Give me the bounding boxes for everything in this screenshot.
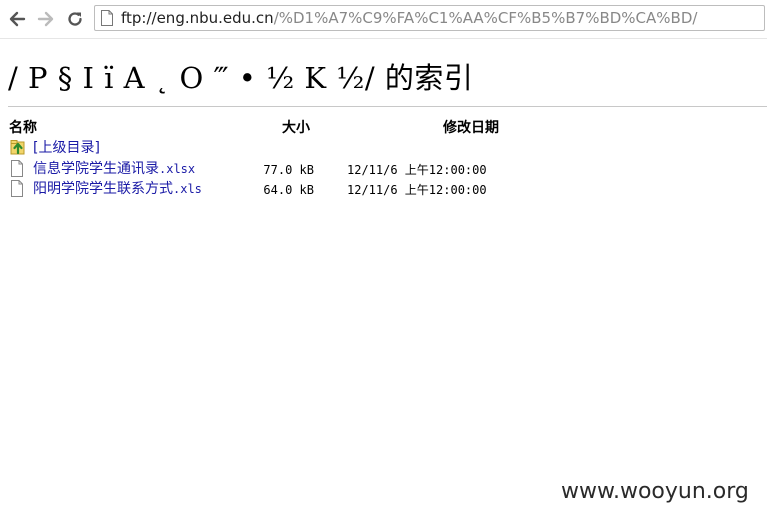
file-name: 阳明学院学生联系方式 (33, 181, 173, 197)
address-bar[interactable]: ftp://eng.nbu.edu.cn/%D1%A7%C9%FA%C1%AA%… (94, 5, 765, 31)
column-header-date[interactable]: 修改日期 (443, 119, 499, 137)
file-size: 77.0 kB (263, 163, 314, 177)
file-link[interactable]: 信息学院学生通讯录.xlsx (33, 160, 195, 178)
reload-icon (68, 12, 82, 26)
url-text: ftp://eng.nbu.edu.cn/%D1%A7%C9%FA%C1%AA%… (121, 9, 697, 27)
file-name: 信息学院学生通讯录 (33, 161, 159, 177)
file-icon (11, 180, 23, 197)
browser-toolbar: ftp://eng.nbu.edu.cn/%D1%A7%C9%FA%C1%AA%… (0, 0, 767, 39)
file-icon (11, 160, 23, 177)
page-icon (101, 10, 113, 26)
file-extension: .xls (173, 182, 202, 196)
file-link[interactable]: 阳明学院学生联系方式.xls (33, 180, 202, 198)
page-title-path: / P § I ï A ˛ O ‴ • ½ K ½/ (8, 61, 376, 95)
back-button[interactable] (6, 8, 28, 30)
column-header-name[interactable]: 名称 (9, 119, 37, 137)
page-title: / P § I ï A ˛ O ‴ • ½ K ½/ 的索引 (8, 58, 473, 98)
column-header-size[interactable]: 大小 (282, 119, 310, 137)
file-extension: .xlsx (159, 162, 196, 176)
file-size: 64.0 kB (263, 183, 314, 197)
reload-button[interactable] (64, 8, 86, 30)
folder-up-icon (10, 140, 25, 155)
table-row: 信息学院学生通讯录.xlsx 77.0 kB 12/11/6 上午12:00:0… (0, 160, 767, 179)
arrow-right-icon (37, 11, 54, 27)
page-title-suffix: 的索引 (384, 61, 474, 95)
file-date: 12/11/6 上午12:00:00 (347, 163, 487, 177)
parent-directory-row: [上级目录] (0, 139, 767, 158)
arrow-left-icon (9, 11, 26, 27)
title-divider (8, 106, 767, 107)
watermark: www.wooyun.org (561, 479, 749, 504)
table-row: 阳明学院学生联系方式.xls 64.0 kB 12/11/6 上午12:00:0… (0, 180, 767, 199)
parent-directory-link[interactable]: [上级目录] (33, 139, 100, 157)
url-path: /%D1%A7%C9%FA%C1%AA%CF%B5%B7%BD%CA%BD/ (273, 9, 698, 27)
url-host: ftp://eng.nbu.edu.cn (121, 9, 274, 27)
file-date: 12/11/6 上午12:00:00 (347, 183, 487, 197)
forward-button[interactable] (35, 8, 57, 30)
